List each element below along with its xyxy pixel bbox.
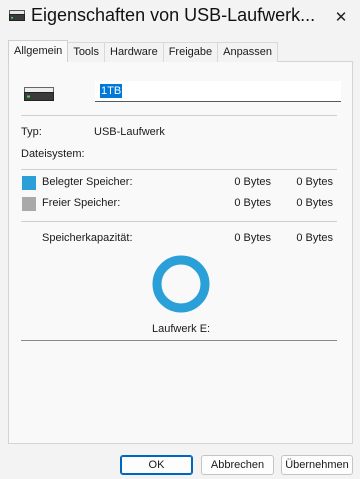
tab-strip: Allgemein Tools Hardware Freigabe Anpass…: [8, 40, 279, 62]
drive-letter-label: Laufwerk E:: [152, 323, 211, 335]
tab-customize[interactable]: Anpassen: [217, 42, 279, 62]
free-space-bytes: 0 Bytes: [234, 197, 271, 209]
type-value: USB-Laufwerk: [94, 126, 165, 138]
capacity-bytes: 0 Bytes: [234, 232, 271, 244]
capacity-size: 0 Bytes: [296, 232, 333, 244]
tab-tools[interactable]: Tools: [67, 42, 105, 62]
tab-panel-general: [8, 61, 353, 444]
usb-drive-icon: [24, 87, 54, 101]
title-bar: Eigenschaften von USB-Laufwerk... ✕: [0, 0, 360, 34]
window-title: Eigenschaften von USB-Laufwerk...: [31, 5, 316, 25]
type-label: Typ:: [21, 126, 42, 138]
separator: [21, 340, 337, 341]
filesystem-label: Dateisystem:: [21, 148, 85, 160]
separator: [21, 221, 337, 222]
tab-sharing[interactable]: Freigabe: [162, 42, 219, 62]
capacity-label: Speicherkapazität:: [42, 232, 133, 244]
usage-ring: [152, 255, 210, 313]
cancel-button[interactable]: Abbrechen: [201, 455, 274, 475]
free-space-size: 0 Bytes: [296, 197, 333, 209]
drive-name-input[interactable]: 1TB: [95, 81, 341, 102]
used-space-bytes: 0 Bytes: [234, 176, 271, 188]
close-button[interactable]: ✕: [330, 6, 352, 28]
usage-donut-chart: [152, 255, 210, 313]
used-space-label: Belegter Speicher:: [42, 176, 133, 188]
separator: [21, 115, 337, 116]
used-space-size: 0 Bytes: [296, 176, 333, 188]
free-space-swatch: [22, 197, 36, 211]
apply-button[interactable]: Übernehmen: [281, 455, 353, 475]
separator: [21, 169, 337, 170]
drive-name-value: 1TB: [100, 84, 123, 98]
free-space-label: Freier Speicher:: [42, 197, 121, 209]
tab-hardware[interactable]: Hardware: [104, 42, 164, 62]
ok-button[interactable]: OK: [120, 455, 193, 475]
tab-general[interactable]: Allgemein: [8, 40, 69, 62]
drive-icon: [9, 10, 25, 21]
used-space-swatch: [22, 176, 36, 190]
